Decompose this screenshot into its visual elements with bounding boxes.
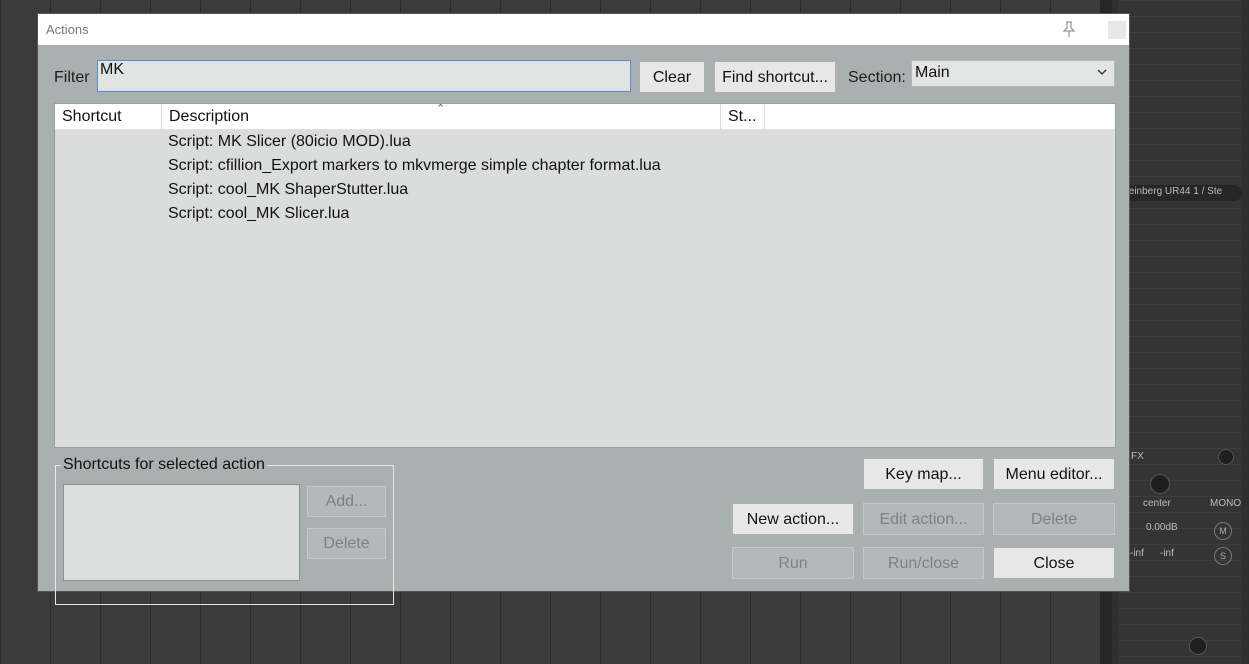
delete-action-button[interactable]: Delete <box>993 503 1115 535</box>
mixer-fx-label[interactable]: FX <box>1131 451 1144 462</box>
mixer-solo-button[interactable]: S <box>1214 547 1232 565</box>
section-label: Section: <box>848 69 906 86</box>
mixer-peak-left: -inf <box>1130 548 1144 559</box>
list-item[interactable]: Script: cool_MK ShaperStutter.lua <box>55 177 1115 201</box>
add-shortcut-button[interactable]: Add... <box>307 486 386 517</box>
close-icon[interactable] <box>1108 21 1126 39</box>
delete-shortcut-button[interactable]: Delete <box>307 528 386 559</box>
mixer-peak-right: -inf <box>1160 548 1174 559</box>
mixer-mono-label[interactable]: MONO <box>1210 498 1241 509</box>
list-header: Shortcut Description ⌃ St... <box>55 103 1115 130</box>
actions-list[interactable]: Shortcut Description ⌃ St... Script: MK … <box>54 103 1116 448</box>
run-close-button[interactable]: Run/close <box>863 547 984 579</box>
pin-icon[interactable] <box>1060 20 1078 38</box>
list-item[interactable]: Script: cfillion_Export markers to mkvme… <box>55 153 1115 177</box>
column-header-state[interactable]: St... <box>721 104 765 129</box>
key-map-button[interactable]: Key map... <box>863 458 984 490</box>
list-item-description: Script: cool_MK Slicer.lua <box>168 205 350 222</box>
mixer-mute-button[interactable]: M <box>1214 522 1232 540</box>
actions-dialog: Actions Filter Clear Find shortcut... Se… <box>38 14 1129 605</box>
list-item[interactable]: Script: MK Slicer (80icio MOD).lua <box>55 129 1115 153</box>
section-select-value: Main <box>915 64 950 81</box>
dialog-title: Actions <box>46 22 89 37</box>
close-button[interactable]: Close <box>993 547 1115 579</box>
mixer-device-label: teinberg UR44 1 / Ste <box>1126 186 1223 197</box>
mixer-pan-label: center <box>1143 498 1171 509</box>
shortcuts-group-label: Shortcuts for selected action <box>61 456 267 474</box>
section-select[interactable]: Main <box>911 60 1115 87</box>
mixer-fader-knob[interactable] <box>1189 637 1207 655</box>
mixer-volume-readout: 0.00dB <box>1146 522 1178 533</box>
run-button[interactable]: Run <box>732 547 854 579</box>
new-action-button[interactable]: New action... <box>732 503 854 535</box>
filter-input[interactable] <box>97 60 631 92</box>
find-shortcut-button[interactable]: Find shortcut... <box>714 61 836 93</box>
mixer-fx-toggle-icon[interactable] <box>1218 449 1234 465</box>
menu-editor-button[interactable]: Menu editor... <box>993 458 1115 490</box>
list-item-description: Script: cool_MK ShaperStutter.lua <box>168 181 409 198</box>
list-item[interactable]: Script: cool_MK Slicer.lua <box>55 201 1115 225</box>
dialog-titlebar[interactable]: Actions <box>38 14 1129 45</box>
edit-action-button[interactable]: Edit action... <box>863 503 984 535</box>
mixer-pan-knob[interactable] <box>1150 474 1170 494</box>
filter-label: Filter <box>54 69 90 86</box>
mixer-input-selector[interactable]: teinberg UR44 1 / Ste <box>1120 185 1242 201</box>
list-item-description: Script: cfillion_Export markers to mkvme… <box>168 157 661 174</box>
chevron-down-icon <box>1097 69 1107 75</box>
sort-ascending-icon: ⌃ <box>436 103 446 115</box>
shortcuts-listbox[interactable] <box>63 484 300 581</box>
clear-button[interactable]: Clear <box>639 61 705 93</box>
list-item-description: Script: MK Slicer (80icio MOD).lua <box>168 133 411 150</box>
column-header-shortcut[interactable]: Shortcut <box>55 104 162 129</box>
